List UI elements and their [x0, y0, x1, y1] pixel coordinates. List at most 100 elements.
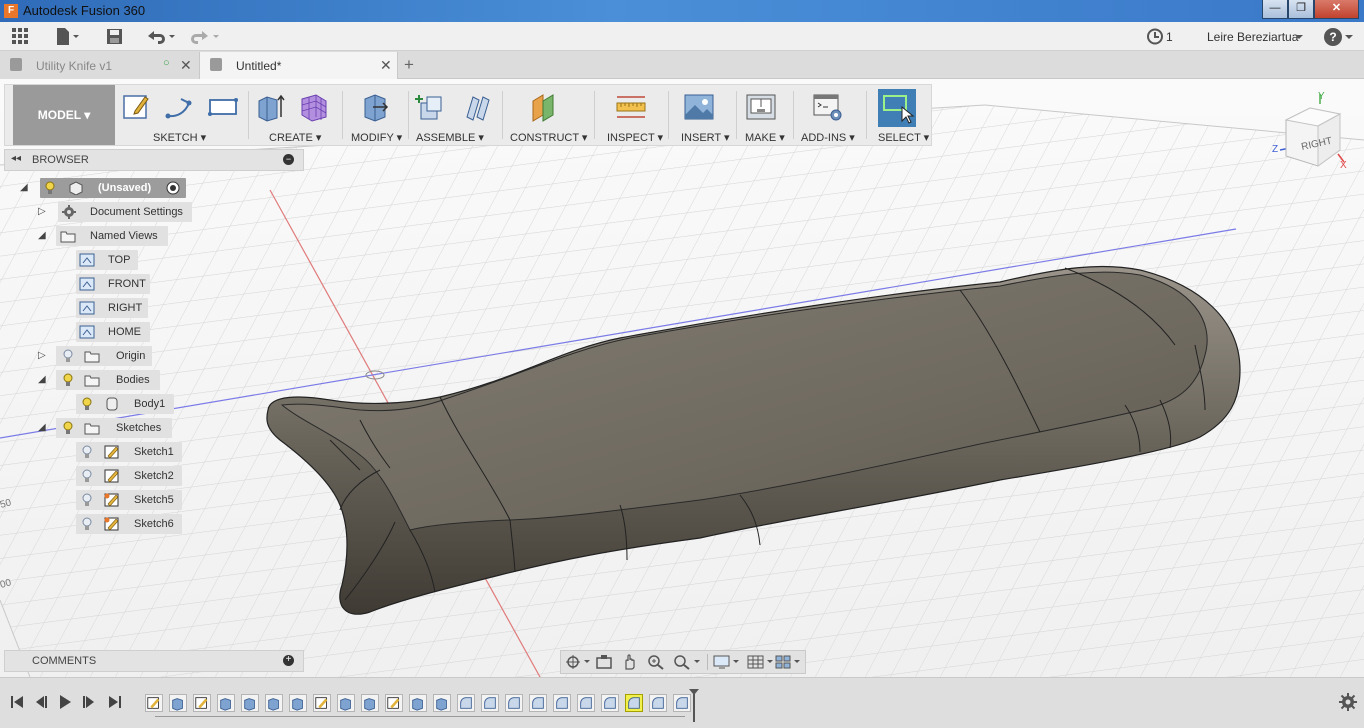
timeline-sketch-feature[interactable] — [385, 694, 403, 712]
tree-item-origin[interactable]: ▷ Origin — [38, 346, 158, 366]
sketch-node[interactable]: Sketch5 — [76, 490, 182, 510]
add-comment-icon[interactable]: + — [283, 655, 294, 666]
line-tool-icon[interactable] — [163, 91, 195, 123]
activate-component-icon[interactable] — [166, 181, 180, 195]
browser-pin-icon[interactable]: − — [283, 154, 294, 165]
data-panel-grid-icon[interactable] — [10, 26, 31, 47]
visibility-bulb-off-icon[interactable] — [82, 493, 92, 507]
user-menu-chevron-icon[interactable] — [1294, 26, 1304, 47]
modify-menu[interactable]: MODIFY ▾ — [351, 131, 402, 144]
expanded-triangle-icon[interactable]: ◢ — [38, 230, 48, 242]
close-tab-icon[interactable]: ✕ — [380, 57, 392, 74]
root-node[interactable]: (Unsaved) — [40, 178, 186, 198]
sketches-node[interactable]: Sketches — [56, 418, 172, 438]
expanded-triangle-icon[interactable]: ◢ — [38, 374, 48, 386]
timeline-sketch-feature[interactable] — [193, 694, 211, 712]
visibility-bulb-off-icon[interactable] — [82, 445, 92, 459]
tree-item-sketch1[interactable]: Sketch1 — [76, 442, 186, 462]
assemble-menu[interactable]: ASSEMBLE ▾ — [416, 131, 484, 144]
timeline-fillet-feature[interactable] — [649, 694, 667, 712]
close-tab-icon[interactable]: ✕ — [180, 57, 192, 74]
timeline-fillet-feature[interactable] — [601, 694, 619, 712]
timeline-fillet-feature[interactable] — [577, 694, 595, 712]
pan-hand-icon[interactable] — [621, 654, 639, 670]
collapse-browser-icon[interactable]: ◂◂ — [11, 153, 21, 164]
tree-item-sketch5[interactable]: Sketch5 — [76, 490, 186, 510]
maximize-button[interactable]: ❐ — [1288, 0, 1314, 19]
timeline-extrude-feature[interactable] — [433, 694, 451, 712]
3d-print-icon[interactable] — [745, 91, 777, 123]
timeline-extrude-feature[interactable] — [409, 694, 427, 712]
timeline-extrude-feature[interactable] — [217, 694, 235, 712]
timeline-extrude-feature[interactable] — [337, 694, 355, 712]
step-back-icon[interactable] — [32, 693, 50, 711]
timeline-sketch-feature[interactable] — [145, 694, 163, 712]
expanded-triangle-icon[interactable]: ◢ — [38, 422, 48, 434]
visibility-bulb-icon[interactable] — [63, 373, 73, 387]
timeline-fillet-feature[interactable] — [481, 694, 499, 712]
sketch-node[interactable]: Sketch1 — [76, 442, 182, 462]
step-forward-icon[interactable] — [80, 693, 98, 711]
sketch-menu[interactable]: SKETCH ▾ — [153, 131, 206, 144]
expanded-triangle-icon[interactable]: ◢ — [20, 182, 30, 194]
body1-node[interactable]: Body1 — [76, 394, 174, 414]
view-node[interactable]: RIGHT — [76, 298, 148, 318]
view-cube[interactable]: Y Z X RIGHT — [1268, 90, 1356, 178]
select-menu[interactable]: SELECT ▾ — [878, 131, 929, 144]
job-status-clock-icon[interactable] — [1146, 26, 1164, 47]
new-component-icon[interactable] — [415, 91, 447, 123]
new-tab-plus-icon[interactable]: + — [404, 55, 414, 75]
offset-plane-icon[interactable] — [529, 91, 561, 123]
timeline-marker-handle[interactable] — [688, 688, 700, 722]
construct-menu[interactable]: CONSTRUCT ▾ — [510, 131, 587, 144]
workspace-switcher[interactable]: MODEL ▾ — [13, 85, 115, 145]
fit-zoom-window-icon[interactable] — [673, 654, 701, 670]
minimize-button[interactable]: — — [1262, 0, 1288, 19]
zoom-icon[interactable] — [647, 654, 665, 670]
extrude-icon[interactable] — [255, 91, 287, 123]
job-count[interactable]: 1 — [1166, 30, 1173, 44]
timeline-extrude-feature[interactable] — [289, 694, 307, 712]
timeline-extrude-feature[interactable] — [241, 694, 259, 712]
file-menu-icon[interactable] — [54, 26, 80, 47]
timeline-fillet-feature[interactable] — [529, 694, 547, 712]
timeline-extrude-feature[interactable] — [361, 694, 379, 712]
tree-item-view-front[interactable]: FRONT — [76, 274, 156, 294]
view-node[interactable]: TOP — [76, 250, 138, 270]
grid-settings-icon[interactable] — [747, 654, 775, 670]
tree-item-named-views[interactable]: ◢ Named Views — [38, 226, 178, 246]
select-tool-icon[interactable] — [878, 89, 916, 127]
collapsed-triangle-icon[interactable]: ▷ — [38, 206, 48, 218]
inspect-menu[interactable]: INSPECT ▾ — [607, 131, 663, 144]
origin-node[interactable]: Origin — [56, 346, 152, 366]
tab-untitled[interactable]: Untitled* ✕ — [200, 52, 398, 79]
visibility-bulb-off-icon[interactable] — [82, 517, 92, 531]
add-ins-menu[interactable]: ADD-INS ▾ — [801, 131, 855, 144]
timeline-fillet-feature-selected[interactable] — [625, 694, 643, 712]
timeline-extrude-feature[interactable] — [265, 694, 283, 712]
tab-utility-knife[interactable]: Utility Knife v1 ○ ✕ — [0, 52, 200, 79]
save-icon[interactable] — [104, 26, 125, 47]
measure-icon[interactable] — [615, 91, 647, 123]
user-account-menu[interactable]: Leire Bereziartua — [1207, 30, 1298, 44]
orbit-icon[interactable] — [565, 654, 591, 670]
sketch-node[interactable]: Sketch2 — [76, 466, 182, 486]
rectangle-tool-icon[interactable] — [207, 91, 239, 123]
scripts-and-add-ins-icon[interactable] — [812, 91, 844, 123]
tree-item-view-home[interactable]: HOME — [76, 322, 156, 342]
timeline-fillet-feature[interactable] — [457, 694, 475, 712]
go-to-start-icon[interactable] — [8, 693, 26, 711]
timeline-fillet-feature[interactable] — [505, 694, 523, 712]
insert-canvas-icon[interactable] — [683, 91, 715, 123]
help-menu-chevron-icon[interactable] — [1344, 26, 1354, 47]
go-to-end-icon[interactable] — [106, 693, 124, 711]
view-node[interactable]: HOME — [76, 322, 150, 342]
timeline-sketch-feature[interactable] — [313, 694, 331, 712]
make-menu[interactable]: MAKE ▾ — [745, 131, 785, 144]
press-pull-icon[interactable] — [359, 91, 391, 123]
create-sketch-icon[interactable] — [121, 91, 153, 123]
timeline-fillet-feature[interactable] — [553, 694, 571, 712]
play-icon[interactable] — [56, 693, 74, 711]
collapsed-triangle-icon[interactable]: ▷ — [38, 350, 48, 362]
visibility-bulb-off-icon[interactable] — [63, 349, 73, 363]
